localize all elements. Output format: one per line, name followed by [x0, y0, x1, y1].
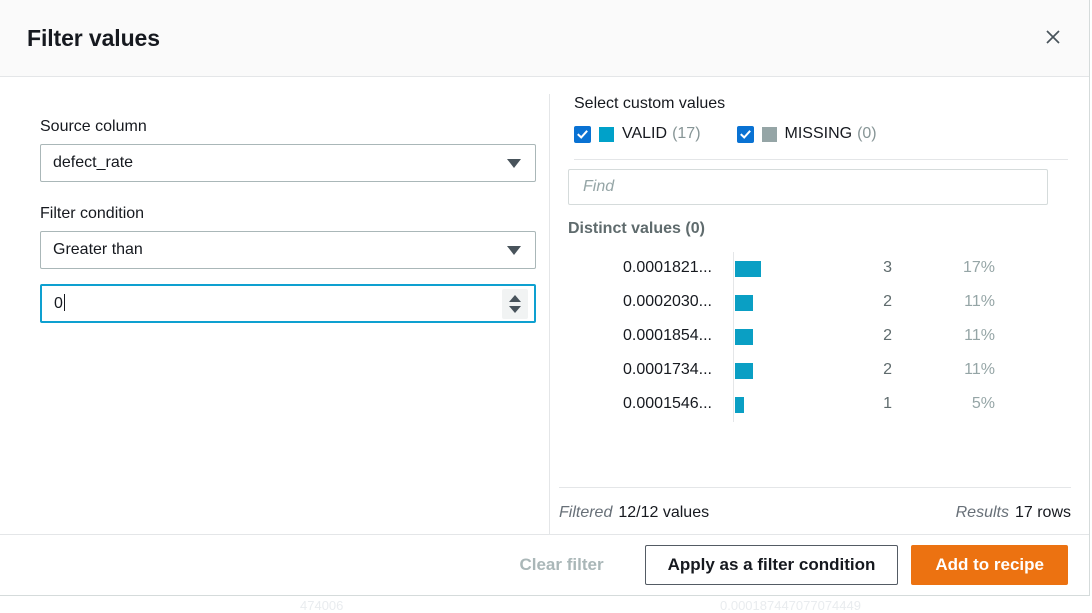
- value-percent: 11%: [950, 361, 995, 379]
- filter-condition-select[interactable]: Greater than: [40, 231, 536, 269]
- value-count: 2: [870, 361, 892, 379]
- filter-values-modal: Filter values Source column defect_rate …: [0, 0, 1090, 596]
- value-label: 0.0001854...: [623, 327, 712, 345]
- value-bar: [735, 261, 761, 277]
- value-count: 3: [870, 259, 892, 277]
- filter-condition-value: Greater than: [53, 241, 507, 259]
- left-panel: Source column defect_rate Filter conditi…: [0, 77, 549, 534]
- value-type-legend: VALID (17) MISSING (0): [574, 125, 877, 143]
- value-count: 2: [870, 327, 892, 345]
- results-summary: Results 17 rows: [956, 504, 1071, 522]
- filtered-value: 12/12 values: [618, 504, 709, 521]
- value-count: 1: [870, 395, 892, 413]
- value-label: 0.0001734...: [623, 361, 712, 379]
- find-input[interactable]: Find: [568, 169, 1048, 205]
- add-to-recipe-button[interactable]: Add to recipe: [911, 545, 1068, 585]
- filtered-label: Filtered: [559, 504, 612, 521]
- find-placeholder: Find: [583, 178, 614, 196]
- value-count: 2: [870, 293, 892, 311]
- clear-filter-button[interactable]: Clear filter: [519, 555, 603, 575]
- filter-value-text: 0: [54, 295, 63, 312]
- value-bar-track: [733, 252, 884, 286]
- filter-value-input[interactable]: 0: [40, 284, 536, 323]
- value-bar: [735, 397, 744, 413]
- close-icon: [1043, 27, 1063, 47]
- number-stepper[interactable]: [502, 289, 528, 319]
- value-label: 0.0001821...: [623, 259, 712, 277]
- value-label: 0.0001546...: [623, 395, 712, 413]
- value-bar-track: [733, 320, 884, 354]
- value-percent: 5%: [950, 395, 995, 413]
- filter-condition-label: Filter condition: [40, 205, 144, 223]
- valid-label: VALID: [622, 125, 667, 143]
- results-value: 17 rows: [1015, 504, 1071, 521]
- legend-divider: [574, 159, 1068, 160]
- right-panel: Select custom values VALID (17): [550, 77, 1090, 534]
- value-bar: [735, 295, 753, 311]
- chevron-down-icon: [507, 159, 521, 168]
- missing-count: (0): [857, 125, 877, 143]
- value-bar-track: [733, 286, 884, 320]
- missing-label: MISSING: [785, 125, 853, 143]
- value-percent: 17%: [950, 259, 995, 277]
- background-clipped-text-right: 0.000187447077074449: [720, 598, 861, 613]
- source-column-select[interactable]: defect_rate: [40, 144, 536, 182]
- missing-color-swatch: [762, 127, 777, 142]
- value-bar-track: [733, 354, 884, 388]
- list-item[interactable]: 0.0001546... 1 5%: [550, 388, 1090, 422]
- value-percent: 11%: [950, 293, 995, 311]
- value-bar-track: [733, 388, 884, 422]
- chevron-down-icon: [507, 246, 521, 255]
- stepper-down-icon[interactable]: [509, 306, 521, 313]
- summary-row: Filtered 12/12 values Results 17 rows: [559, 504, 1071, 522]
- list-item[interactable]: 0.0001734... 2 11%: [550, 354, 1090, 388]
- results-label: Results: [956, 504, 1009, 521]
- apply-as-filter-condition-button[interactable]: Apply as a filter condition: [645, 545, 899, 585]
- distinct-values-title: Distinct values (0): [568, 220, 705, 238]
- list-item[interactable]: 0.0001854... 2 11%: [550, 320, 1090, 354]
- legend-item-valid[interactable]: VALID (17): [574, 125, 701, 143]
- source-column-value: defect_rate: [53, 154, 507, 172]
- summary-divider: [559, 487, 1071, 488]
- valid-color-swatch: [599, 127, 614, 142]
- value-percent: 11%: [950, 327, 995, 345]
- source-column-label: Source column: [40, 118, 147, 136]
- modal-footer: Clear filter Apply as a filter condition…: [0, 534, 1090, 595]
- legend-item-missing[interactable]: MISSING (0): [737, 125, 877, 143]
- value-bar: [735, 329, 753, 345]
- background-clipped-text-left: 474006: [300, 598, 343, 613]
- valid-count: (17): [672, 125, 700, 143]
- list-item[interactable]: 0.0001821... 3 17%: [550, 252, 1090, 286]
- value-label: 0.0002030...: [623, 293, 712, 311]
- filtered-summary: Filtered 12/12 values: [559, 504, 709, 522]
- missing-checkbox[interactable]: [737, 126, 754, 143]
- select-custom-values-label: Select custom values: [574, 95, 725, 113]
- modal-body: Source column defect_rate Filter conditi…: [0, 77, 1089, 534]
- list-item[interactable]: 0.0002030... 2 11%: [550, 286, 1090, 320]
- valid-checkbox[interactable]: [574, 126, 591, 143]
- modal-header: Filter values: [0, 0, 1089, 77]
- close-button[interactable]: [1038, 22, 1068, 52]
- page-title: Filter values: [27, 25, 160, 52]
- stepper-up-icon[interactable]: [509, 295, 521, 302]
- value-bar: [735, 363, 753, 379]
- distinct-values-list: 0.0001821... 3 17% 0.0002030... 2 11%: [550, 252, 1090, 422]
- text-caret: [64, 294, 65, 311]
